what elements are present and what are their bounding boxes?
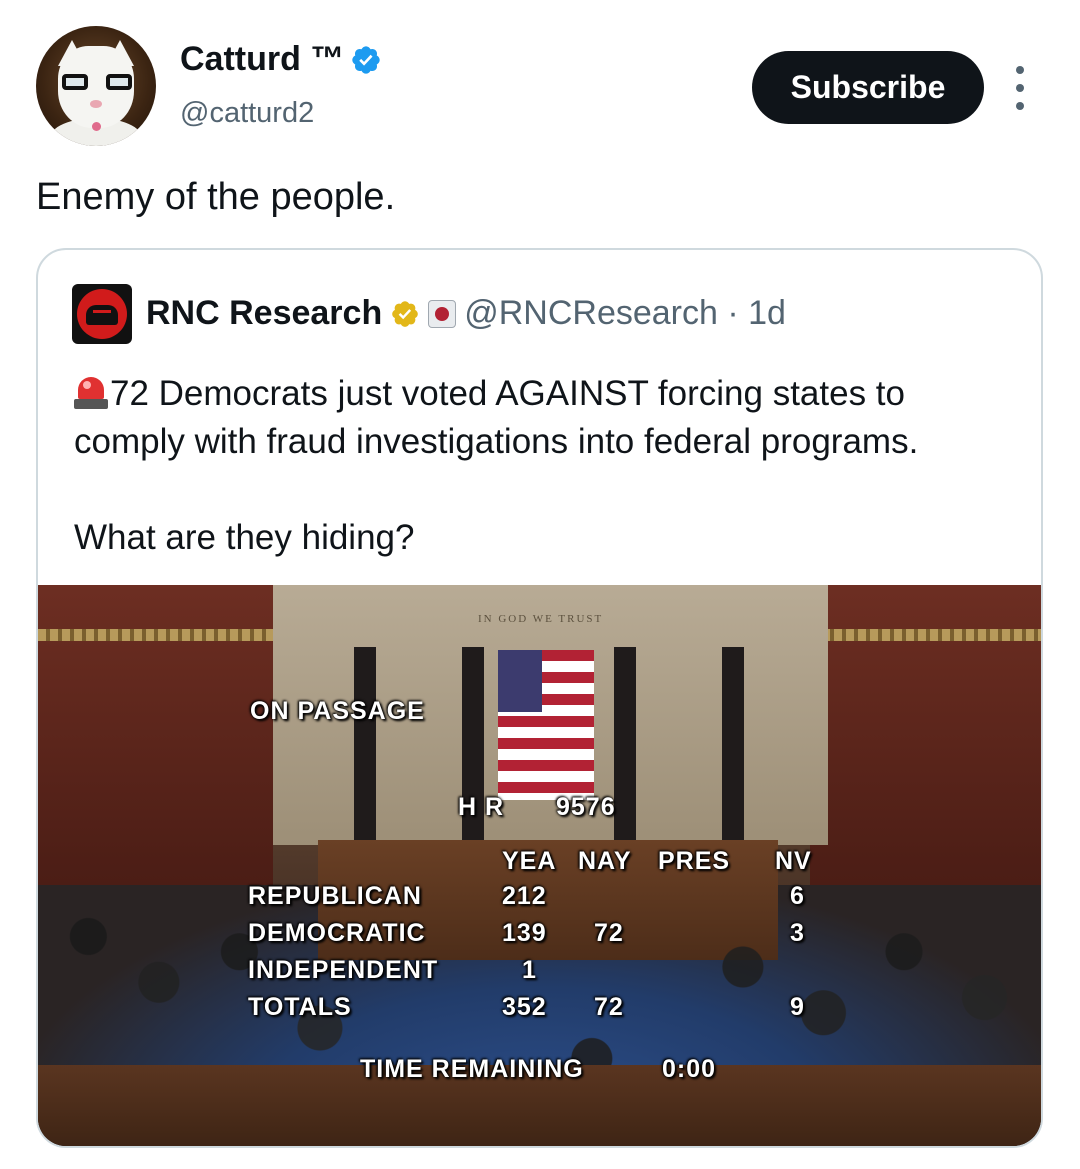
row-party: REPUBLICAN (248, 882, 422, 910)
gold-verified-badge-icon (392, 300, 419, 327)
affiliate-badge-icon[interactable] (428, 299, 457, 328)
quoted-tweet-card[interactable]: RNC Research @RNCResearch · 1d 72 Democr… (36, 248, 1043, 1148)
row-party: DEMOCRATIC (248, 919, 426, 947)
row-yea: 212 (502, 882, 547, 910)
quoted-display-name[interactable]: RNC Research (146, 294, 382, 333)
row-party: TOTALS (248, 993, 352, 1021)
motto-text: IN GOD WE TRUST (478, 613, 604, 625)
quoted-media-image[interactable]: IN GOD WE TRUST ON PASSAGE H R 9576 YEA … (38, 585, 1041, 1146)
elephant-logo-icon (86, 305, 118, 325)
rotating-light-icon (74, 375, 108, 411)
author-display-name[interactable]: Catturd ™ (180, 40, 344, 79)
quoted-header: RNC Research @RNCResearch · 1d (146, 294, 786, 333)
time-remaining-value: 0:00 (662, 1055, 717, 1083)
more-vertical-icon[interactable] (1010, 66, 1030, 110)
quoted-handle-time: @RNCResearch · 1d (464, 294, 786, 332)
bill-prefix: H R (458, 793, 505, 821)
row-nay: 72 (594, 919, 624, 947)
quoted-text-line2: What are they hiding? (74, 518, 415, 557)
row-nv: 6 (790, 882, 805, 910)
col-yea: YEA (502, 847, 557, 875)
row-nv: 9 (790, 993, 805, 1021)
row-nv: 3 (790, 919, 805, 947)
col-pres: PRES (658, 847, 731, 875)
tweet-text: Enemy of the people. (36, 176, 396, 218)
blue-verified-badge-icon (352, 45, 380, 74)
glasses-icon (62, 74, 132, 90)
on-passage-label: ON PASSAGE (250, 697, 425, 725)
subscribe-button[interactable]: Subscribe (752, 51, 984, 124)
row-nay: 72 (594, 993, 624, 1021)
us-flag (498, 650, 594, 800)
time-remaining-label: TIME REMAINING (360, 1055, 584, 1083)
bill-number: 9576 (556, 793, 616, 821)
row-yea: 1 (522, 956, 537, 984)
cat-nose (90, 100, 102, 108)
collar-tag (92, 122, 101, 131)
quoted-author-avatar[interactable] (72, 284, 132, 344)
author-avatar[interactable] (36, 26, 156, 146)
quoted-text-line1: 72 Democrats just voted AGAINST forcing … (74, 374, 919, 461)
row-party: INDEPENDENT (248, 956, 439, 984)
quoted-text: 72 Democrats just voted AGAINST forcing … (74, 370, 1024, 562)
col-nay: NAY (578, 847, 632, 875)
author-name-row: Catturd ™ (180, 40, 382, 79)
author-handle[interactable]: @catturd2 (180, 97, 314, 130)
row-yea: 139 (502, 919, 547, 947)
row-yea: 352 (502, 993, 547, 1021)
col-nv: NV (775, 847, 812, 875)
